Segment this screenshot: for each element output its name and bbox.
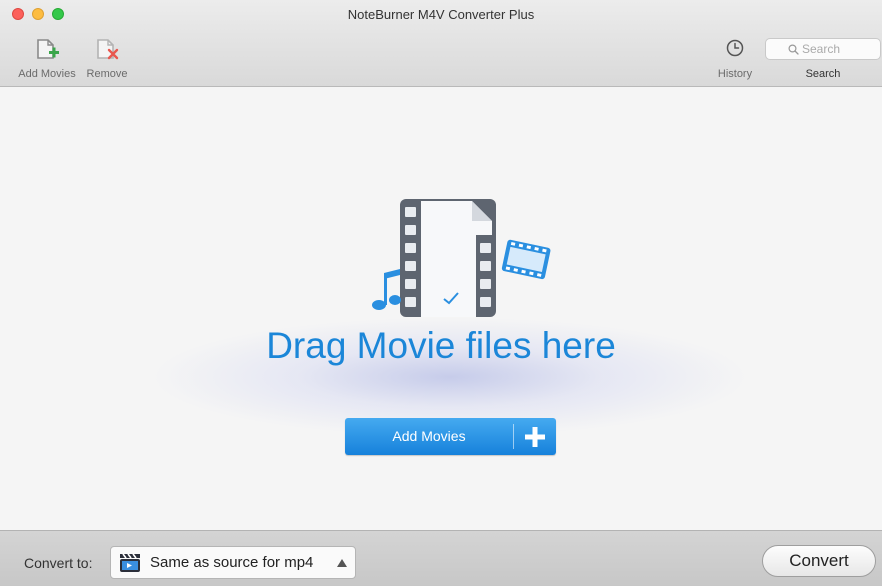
file-remove-icon [97, 39, 119, 60]
add-movies-toolbar-button[interactable]: Add Movies [16, 36, 78, 82]
remove-toolbar-label: Remove [86, 68, 128, 80]
history-toolbar-button[interactable]: History [712, 36, 758, 82]
app-window: NoteBurner M4V Converter Plus Add Movies… [0, 0, 882, 586]
caret-up-icon [337, 559, 347, 567]
magnifier-icon [788, 44, 799, 55]
title-toolbar: NoteBurner M4V Converter Plus Add Movies… [0, 0, 882, 87]
search-field[interactable] [765, 38, 881, 60]
output-format-select[interactable]: Same as source for mp4 [110, 546, 356, 579]
output-format-value: Same as source for mp4 [150, 554, 314, 571]
search-input[interactable] [802, 42, 876, 56]
remove-toolbar-button[interactable]: Remove [84, 36, 130, 82]
search-toolbar-label: Search [805, 68, 841, 80]
add-movies-button[interactable]: Add Movies [345, 418, 556, 455]
convert-button[interactable]: Convert [762, 545, 876, 577]
file-plus-icon [37, 39, 59, 59]
drop-zone[interactable]: Drag Movie files here Add Movies [0, 87, 882, 530]
history-toolbar-label: History [717, 68, 753, 80]
button-divider [513, 424, 514, 449]
convert-to-label: Convert to: [24, 555, 93, 571]
clapperboard-icon [120, 553, 140, 572]
clock-icon [726, 39, 744, 57]
add-movies-toolbar-label: Add Movies [18, 68, 76, 80]
bottom-bar: Convert to: Same as source for mp4 Conve… [0, 530, 882, 586]
add-movies-button-label: Add Movies [392, 428, 466, 444]
plus-icon [525, 427, 545, 447]
movie-files-illustration-icon [372, 199, 551, 317]
drag-files-prompt: Drag Movie files here [266, 325, 616, 366]
window-title: NoteBurner M4V Converter Plus [347, 7, 535, 22]
